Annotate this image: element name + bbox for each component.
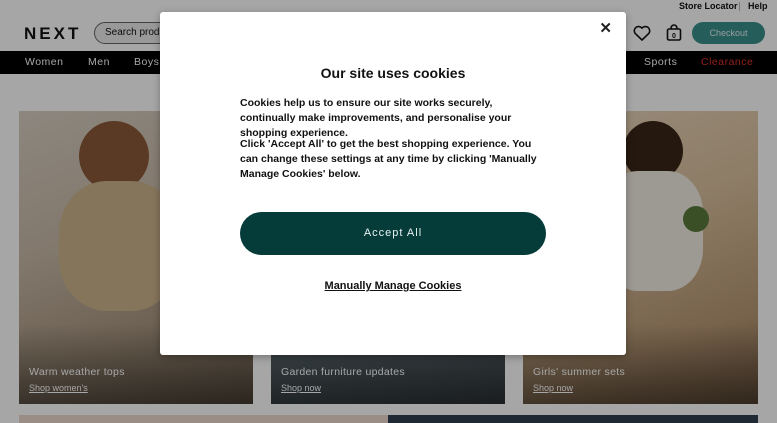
manage-cookies-link[interactable]: Manually Manage Cookies [160, 280, 626, 292]
close-icon[interactable]: ✕ [599, 19, 612, 37]
modal-title: Our site uses cookies [320, 65, 466, 81]
cookie-modal: ✕ Our site uses cookies Cookies help us … [160, 12, 626, 355]
cookie-instructions: Click 'Accept All' to get the best shopp… [240, 138, 537, 180]
cookie-description: Cookies help us to ensure our site works… [240, 97, 512, 139]
accept-all-button[interactable]: Accept All [240, 212, 546, 255]
